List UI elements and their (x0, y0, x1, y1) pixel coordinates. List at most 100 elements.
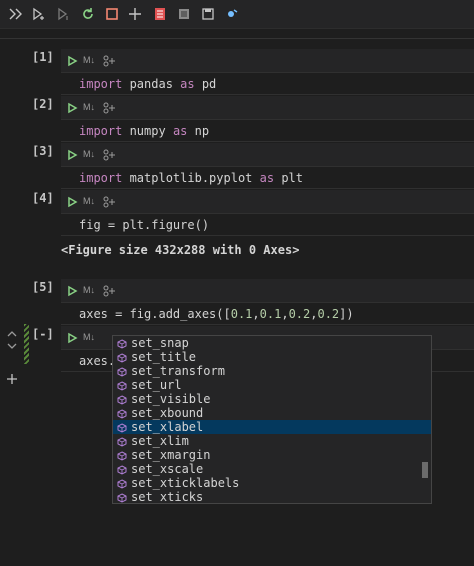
suggestion-item[interactable]: set_xscale (113, 462, 431, 476)
code-cell-editor[interactable]: import matplotlib.pyplot as plt (61, 166, 474, 189)
code-cell-editor[interactable]: import pandas as pd (61, 72, 474, 95)
notebook-toolbar (0, 0, 474, 29)
suggestion-label: set_url (131, 378, 182, 392)
variables-icon[interactable] (103, 54, 117, 67)
suggestion-label: set_xlim (131, 434, 189, 448)
debug-icon[interactable] (224, 6, 240, 22)
number-token: 0.1 (259, 307, 282, 321)
code-token: np (187, 124, 210, 138)
code-token: plt (274, 171, 303, 185)
run-cell-icon[interactable] (66, 331, 78, 344)
chevron-down-icon[interactable] (7, 338, 17, 349)
suggestion-label: set_visible (131, 392, 211, 406)
code-line: import numpy as np (79, 122, 209, 140)
variables-icon[interactable] (103, 101, 117, 114)
variables-icon[interactable] (103, 148, 117, 161)
suggestion-label: set_xlabel (131, 420, 204, 434)
code-cell-editor[interactable]: fig = plt.figure() (61, 213, 474, 236)
cell-language-badge[interactable]: M↓ (83, 196, 95, 206)
code-token: pandas (122, 77, 181, 91)
suggestion-label: set_xticks (131, 490, 204, 504)
suggestion-item[interactable]: set_xmargin (113, 448, 431, 462)
interrupt-icon[interactable] (104, 6, 120, 22)
save-icon[interactable] (200, 6, 216, 22)
code-token: , (281, 307, 289, 321)
cell-output: <Figure size 432x288 with 0 Axes> (61, 243, 300, 257)
running-cell-indicator (24, 324, 29, 364)
run-all-icon[interactable] (8, 6, 24, 22)
add-icon[interactable] (127, 6, 143, 22)
method-icon (117, 366, 127, 377)
suggestion-item[interactable]: set_xticks (113, 490, 431, 504)
run-cell-icon[interactable] (66, 148, 78, 161)
suggestion-item[interactable]: set_xlabel (113, 420, 431, 434)
method-icon (117, 408, 127, 419)
method-icon (117, 380, 127, 391)
chevron-up-icon[interactable] (7, 326, 17, 337)
keyword-token: import (79, 171, 123, 185)
divider (0, 38, 474, 39)
method-icon (117, 422, 127, 433)
suggestion-label: set_transform (131, 364, 225, 378)
code-line: import matplotlib.pyplot as plt (79, 169, 303, 187)
method-icon (117, 464, 127, 475)
suggestion-item[interactable]: set_xlim (113, 434, 431, 448)
execution-count: [5] (32, 280, 54, 294)
code-token: fig = plt.figure() (79, 218, 210, 232)
code-line: fig = plt.figure() (79, 216, 209, 234)
cell-language-badge[interactable]: M↓ (83, 285, 95, 295)
keyword-token: as (180, 77, 195, 91)
cell-language-badge[interactable]: M↓ (83, 55, 95, 65)
run-above-icon[interactable] (31, 6, 47, 22)
number-token: 0.2 (288, 307, 311, 321)
code-cell-editor[interactable]: axes = fig.add_axes([0.1,0.1,0.2,0.2]) (61, 302, 474, 325)
cell-toolbar: M↓ (61, 279, 474, 302)
code-token: , (252, 307, 260, 321)
suggestion-item[interactable]: set_xticklabels (113, 476, 431, 490)
keyword-token: as (172, 124, 188, 138)
cell-toolbar: M↓ (61, 190, 474, 213)
suggest-widget: set_snap set_title set_transform set_url set… (112, 335, 432, 504)
suggestion-item[interactable]: set_title (113, 350, 431, 364)
suggest-scrollbar[interactable] (422, 462, 428, 478)
code-cell-editor[interactable]: import numpy as np (61, 119, 474, 142)
method-icon (117, 492, 127, 503)
method-icon (117, 478, 127, 489)
cell-language-badge[interactable]: M↓ (83, 149, 95, 159)
suggestion-label: set_xticklabels (131, 476, 240, 490)
execution-count: [-] (32, 327, 54, 341)
run-cell-icon[interactable] (66, 101, 78, 114)
cell-toolbar: M↓ (61, 49, 474, 72)
code-token: axes = fig.add_axes([ (79, 307, 231, 321)
method-icon (117, 338, 127, 349)
add-cell-icon[interactable] (6, 372, 18, 384)
execution-count: [3] (32, 144, 54, 158)
restart-icon[interactable] (80, 6, 96, 22)
run-cell-icon[interactable] (66, 284, 78, 297)
clear-outputs-icon[interactable] (152, 6, 168, 22)
variables-icon[interactable] (103, 284, 117, 297)
code-line: axes. (79, 352, 115, 370)
code-token: axes. (79, 354, 116, 368)
execution-count: [1] (32, 50, 54, 64)
suggestion-label: set_snap (131, 336, 189, 350)
method-icon (117, 450, 127, 461)
run-cell-icon[interactable] (66, 195, 78, 208)
cell-toolbar: M↓ (61, 143, 474, 166)
cell-language-badge[interactable]: M↓ (83, 332, 95, 342)
method-icon (117, 436, 127, 447)
suggestion-label: set_xscale (131, 462, 204, 476)
cell-language-badge[interactable]: M↓ (83, 102, 95, 112)
suggestion-item[interactable]: set_transform (113, 364, 431, 378)
run-cell-icon[interactable] (66, 54, 78, 67)
variables-icon[interactable] (103, 195, 117, 208)
suggestion-item[interactable]: set_snap (113, 336, 431, 350)
suggestion-item[interactable]: set_visible (113, 392, 431, 406)
code-line: import pandas as pd (79, 75, 216, 93)
variables-icon[interactable] (176, 6, 192, 22)
run-below-icon[interactable] (56, 6, 72, 22)
suggestion-item[interactable]: set_xbound (113, 406, 431, 420)
suggestion-item[interactable]: set_url (113, 378, 431, 392)
method-icon (117, 394, 127, 405)
number-token: 0.2 (317, 307, 340, 321)
